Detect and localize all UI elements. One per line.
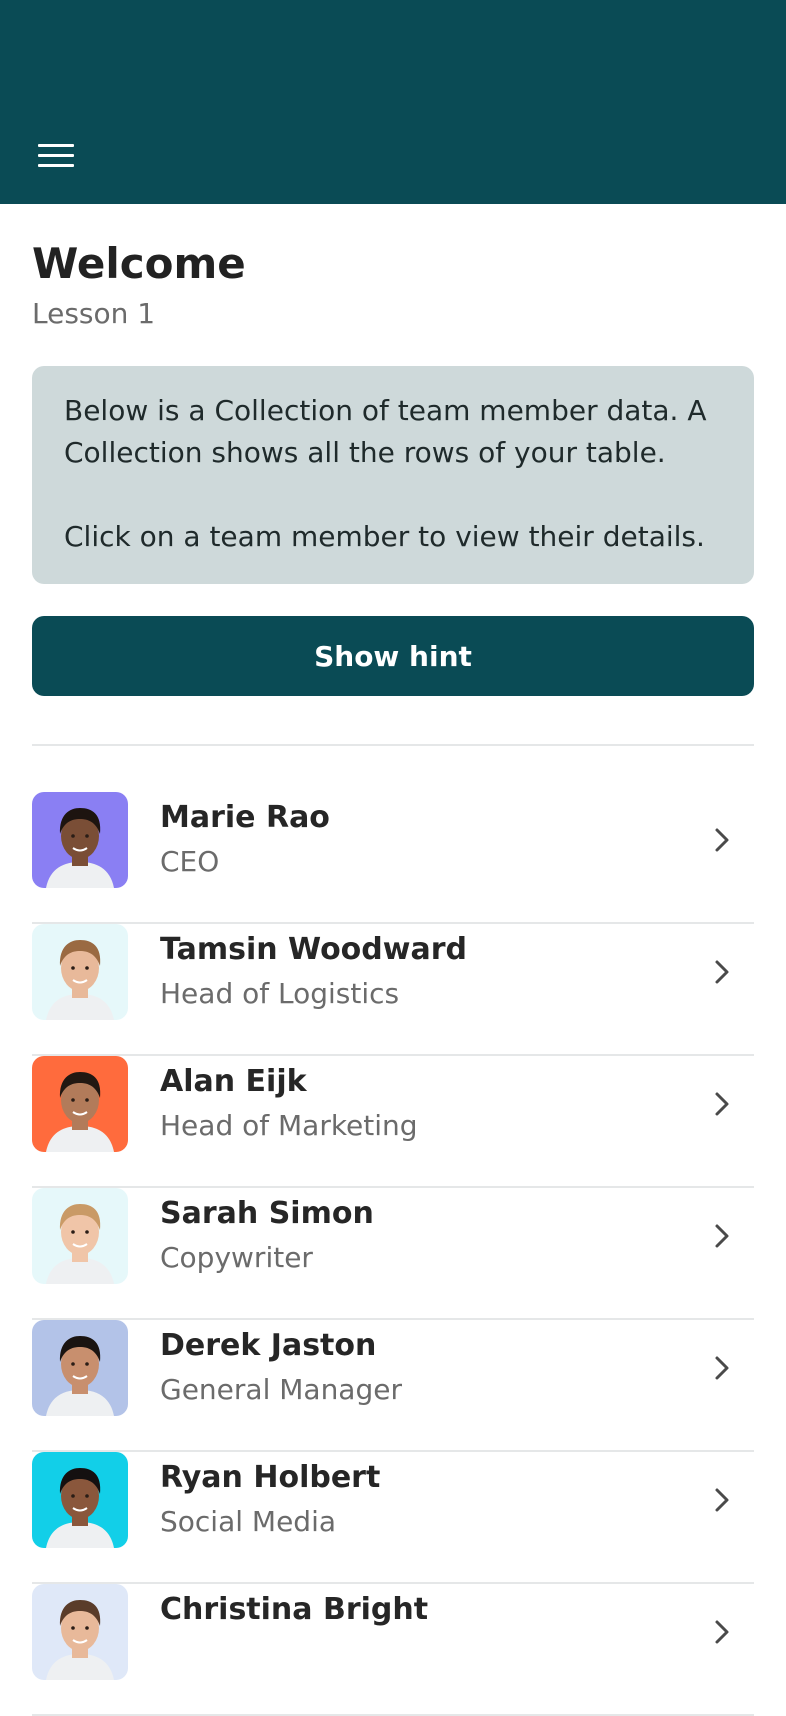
member-role: Social Media [160,1505,337,1538]
avatar [32,792,128,888]
member-role: CEO [160,845,220,878]
member-name: Alan Eijk [160,1064,307,1099]
member-role: Head of Marketing [160,1109,418,1142]
list-item[interactable]: Sarah Simon Copywriter [32,1188,754,1320]
member-name: Ryan Holbert [160,1460,381,1495]
main-content: Welcome Lesson 1 Below is a Collection o… [32,204,754,1716]
member-name: Tamsin Woodward [160,932,467,967]
hamburger-menu-icon[interactable] [32,136,80,176]
avatar-image [32,1452,128,1548]
chevron-right-icon [715,1620,729,1644]
avatar [32,1452,128,1548]
avatar-image [32,792,128,888]
chevron-right-icon [715,1224,729,1248]
avatar-image [32,1320,128,1416]
team-list: Marie Rao CEO Tamsin Woodward Head of Logis… [32,792,754,1716]
chevron-right-icon [715,1356,729,1380]
avatar-image [32,1056,128,1152]
show-hint-button[interactable]: Show hint [32,616,754,696]
page-title: Welcome [32,239,246,288]
member-name: Derek Jaston [160,1328,377,1363]
divider [32,744,754,746]
info-text: Click on a team member to view their det… [64,520,705,553]
avatar [32,1320,128,1416]
avatar [32,1056,128,1152]
member-role: Copywriter [160,1241,313,1274]
menu-line [38,144,74,147]
info-text: Below is a Collection of team member dat… [64,394,707,469]
list-item[interactable]: Alan Eijk Head of Marketing [32,1056,754,1188]
member-name: Marie Rao [160,800,330,835]
info-card: Below is a Collection of team member dat… [32,366,754,584]
member-name: Sarah Simon [160,1196,374,1231]
list-item[interactable]: Derek Jaston General Manager [32,1320,754,1452]
member-role: Head of Logistics [160,977,400,1010]
menu-line [38,164,74,167]
avatar-image [32,1188,128,1284]
list-item[interactable]: Christina Bright [32,1584,754,1716]
list-item[interactable]: Ryan Holbert Social Media [32,1452,754,1584]
chevron-right-icon [715,1488,729,1512]
avatar [32,924,128,1020]
avatar-image [32,1584,128,1680]
list-item[interactable]: Tamsin Woodward Head of Logistics [32,924,754,1056]
menu-line [38,154,74,157]
chevron-right-icon [715,828,729,852]
avatar [32,1188,128,1284]
avatar-image [32,924,128,1020]
chevron-right-icon [715,960,729,984]
page-subtitle: Lesson 1 [32,297,156,330]
list-item[interactable]: Marie Rao CEO [32,792,754,924]
member-role: General Manager [160,1373,402,1406]
app-header [0,0,786,204]
member-name: Christina Bright [160,1592,429,1627]
chevron-right-icon [715,1092,729,1116]
avatar [32,1584,128,1680]
